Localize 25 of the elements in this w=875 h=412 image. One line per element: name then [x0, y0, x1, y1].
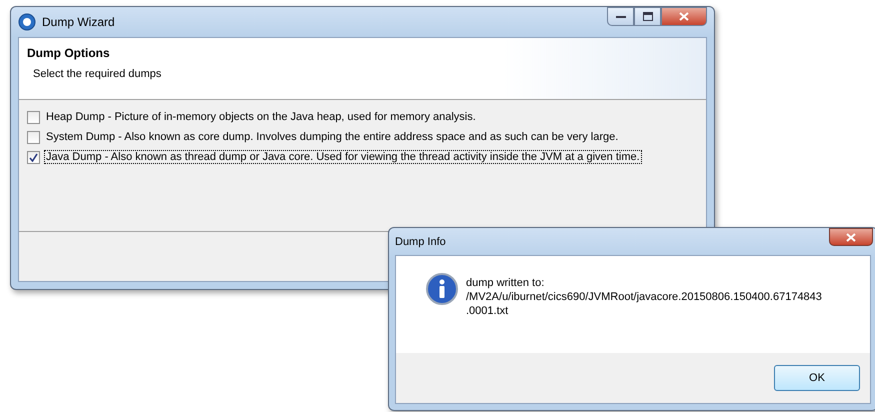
checkbox[interactable] — [27, 130, 40, 144]
checkbox[interactable] — [27, 110, 40, 124]
minimize-icon — [616, 14, 626, 18]
page-subtitle: Select the required dumps — [32, 68, 162, 80]
maximize-icon — [642, 12, 652, 21]
dialog-title: Dump Info — [395, 236, 446, 248]
info-icon — [426, 273, 458, 305]
app-icon — [18, 13, 36, 31]
checkmark-icon — [29, 152, 38, 162]
page-heading: Dump Options — [27, 46, 111, 60]
close-button[interactable] — [829, 228, 873, 246]
minimize-button[interactable] — [607, 7, 634, 26]
window-title: Dump Wizard — [42, 15, 115, 29]
close-icon — [846, 232, 856, 242]
close-icon — [679, 12, 689, 21]
ok-button[interactable]: OK — [774, 365, 860, 391]
option-label[interactable]: System Dump - Also known as core dump. Involves dumping the entire address space and as such can be very large. — [44, 130, 620, 144]
message-text: .0001.txt — [466, 305, 510, 317]
message-text: /MV2A/u/iburnet/cics690/JVMRoot/javacore.20150806.150400.67174843 — [466, 291, 822, 303]
option-label[interactable]: Java Dump - Also known as thread dump or Java core. Used for viewing the thread activity inside the JVM at a given time. — [44, 150, 642, 164]
option-label[interactable]: Heap Dump - Picture of in-memory objects on the Java heap, used for memory analysis. — [44, 110, 478, 124]
maximize-button[interactable] — [634, 7, 661, 26]
message-text: dump written to: — [466, 277, 546, 289]
checkbox[interactable] — [27, 150, 40, 164]
close-button[interactable] — [661, 7, 707, 26]
